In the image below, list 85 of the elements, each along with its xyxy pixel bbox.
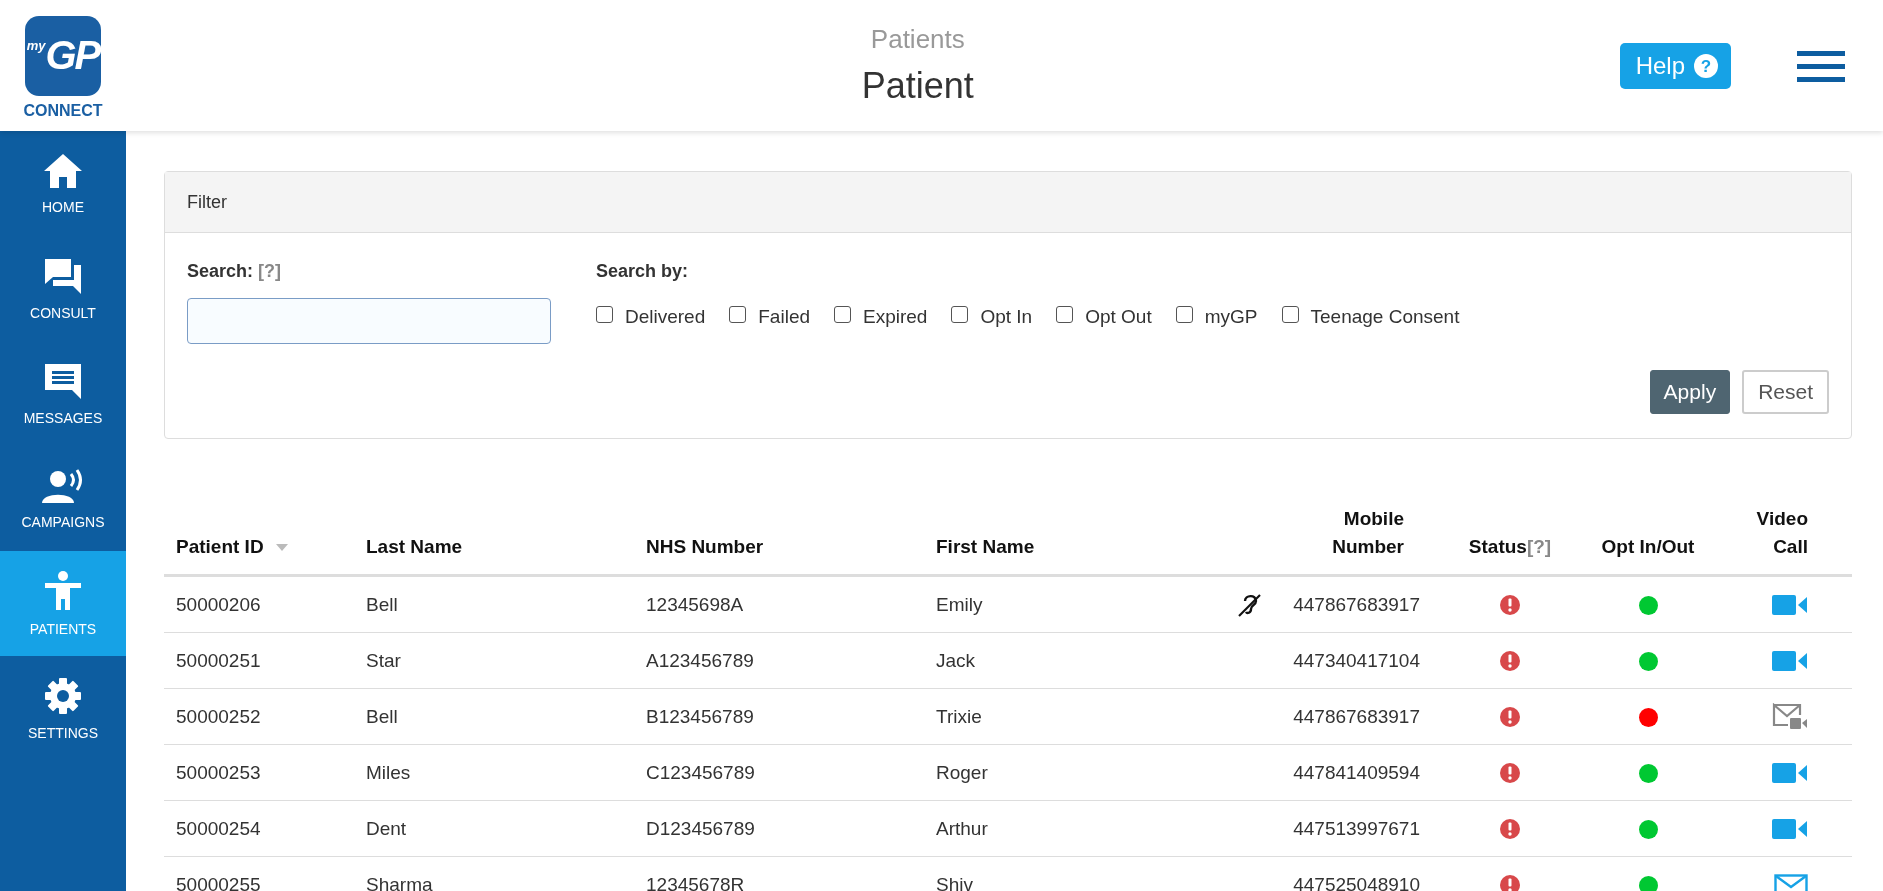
sidebar-item[interactable]: CAMPAIGNS (0, 446, 126, 551)
page-title: Patient (861, 65, 974, 107)
patient-id: 50000251 (176, 649, 261, 671)
mobile-number: 447340417104 (1293, 650, 1420, 672)
sidebar-item[interactable]: HOME (0, 131, 126, 236)
last-name: Sharma (366, 873, 433, 891)
checkbox-label: Teenage Consent (1310, 306, 1460, 328)
column-header[interactable]: Status[?] (1468, 535, 1552, 557)
last-name: Star (366, 649, 401, 671)
checkbox[interactable] (1281, 305, 1299, 323)
speaking-person-icon (41, 467, 85, 504)
video-camera-icon[interactable] (1772, 818, 1808, 841)
chat-icon (43, 256, 83, 295)
message-icon (43, 361, 83, 400)
checkbox[interactable] (729, 305, 747, 323)
mobile-number: 447867683917 (1293, 706, 1420, 728)
alert-icon (1499, 706, 1521, 729)
checkbox[interactable] (951, 305, 969, 323)
first-name: Jack (936, 649, 976, 671)
nhs-number: 12345678R (646, 873, 745, 891)
section-title: Patients (870, 24, 965, 55)
mobile-number: 447841409594 (1293, 762, 1420, 784)
alert-icon (1499, 650, 1521, 673)
nhs-number: B123456789 (646, 705, 754, 727)
search-by-label: Search by: (596, 261, 690, 282)
checkbox-label: Failed (758, 306, 810, 328)
sidebar-item[interactable]: CONSULT (0, 236, 126, 341)
first-name: Arthur (936, 817, 988, 839)
first-name: Shiv (936, 873, 973, 891)
sidebar-item[interactable]: MESSAGES (0, 341, 126, 446)
last-name: Bell (366, 705, 398, 727)
first-name: Trixie (936, 705, 982, 727)
checkbox-label: Opt In (980, 306, 1033, 328)
checkbox-label: Delivered (625, 306, 706, 328)
column-header[interactable]: Patient ID (176, 535, 288, 557)
mobile-number: 447867683917 (1293, 593, 1420, 615)
checkbox[interactable] (596, 305, 613, 323)
settings-icon (44, 676, 82, 715)
patient-id: 50000253 (176, 761, 261, 783)
reset-button[interactable]: Reset (1742, 370, 1829, 414)
nhs-number: 12345698A (646, 593, 744, 615)
alert-icon (1499, 762, 1521, 785)
home-icon (43, 152, 83, 189)
video-camera-icon[interactable] (1772, 762, 1808, 785)
last-name: Bell (366, 593, 398, 615)
patient-id: 50000254 (176, 817, 261, 839)
last-name: Miles (366, 761, 411, 783)
video-camera-icon[interactable] (1772, 650, 1808, 673)
envelope-camera-icon[interactable] (1772, 702, 1808, 731)
checkbox-label: myGP (1204, 306, 1258, 328)
panel-title: Filter (187, 191, 227, 213)
checkbox[interactable] (1056, 305, 1074, 323)
alert-icon (1499, 594, 1521, 617)
patient-id: 50000206 (176, 593, 261, 615)
first-name: Emily (936, 593, 983, 615)
alert-icon (1499, 818, 1521, 841)
menu-icon[interactable] (1797, 48, 1845, 83)
checkbox[interactable] (834, 305, 851, 323)
patient-id: 50000252 (176, 705, 261, 727)
sidebar-item[interactable]: SETTINGS (0, 656, 126, 761)
video-camera-icon[interactable] (1772, 594, 1808, 617)
last-name: Dent (366, 817, 407, 839)
checkbox[interactable] (1175, 305, 1193, 323)
checkbox-label: Expired (863, 306, 928, 328)
column-header[interactable]: Mobile Number (1304, 505, 1404, 561)
column-header[interactable]: Opt In/Out (1598, 532, 1698, 561)
column-header[interactable]: First Name (936, 535, 1035, 557)
person-icon (44, 570, 82, 611)
column-header[interactable]: Video Call (1748, 505, 1808, 561)
nhs-number: C123456789 (646, 761, 755, 783)
column-header[interactable]: Last Name (366, 535, 463, 557)
patient-id: 50000255 (176, 873, 261, 891)
search-label: Search: [?] (187, 261, 283, 282)
mobile-number: 447513997671 (1293, 818, 1420, 840)
apply-button[interactable]: Apply (1649, 370, 1731, 414)
column-header[interactable]: NHS Number (646, 535, 764, 557)
nhs-number: D123456789 (646, 817, 755, 839)
checkbox-label: Opt Out (1085, 306, 1152, 328)
logo-caption: CONNECT (23, 101, 103, 120)
first-name: Roger (936, 761, 988, 783)
mobile-number: 447525048910 (1293, 874, 1420, 891)
search-field[interactable] (187, 298, 551, 344)
question-icon: ? (1693, 52, 1719, 79)
nhs-number: A123456789 (646, 649, 754, 671)
envelope-icon[interactable] (1774, 874, 1808, 891)
